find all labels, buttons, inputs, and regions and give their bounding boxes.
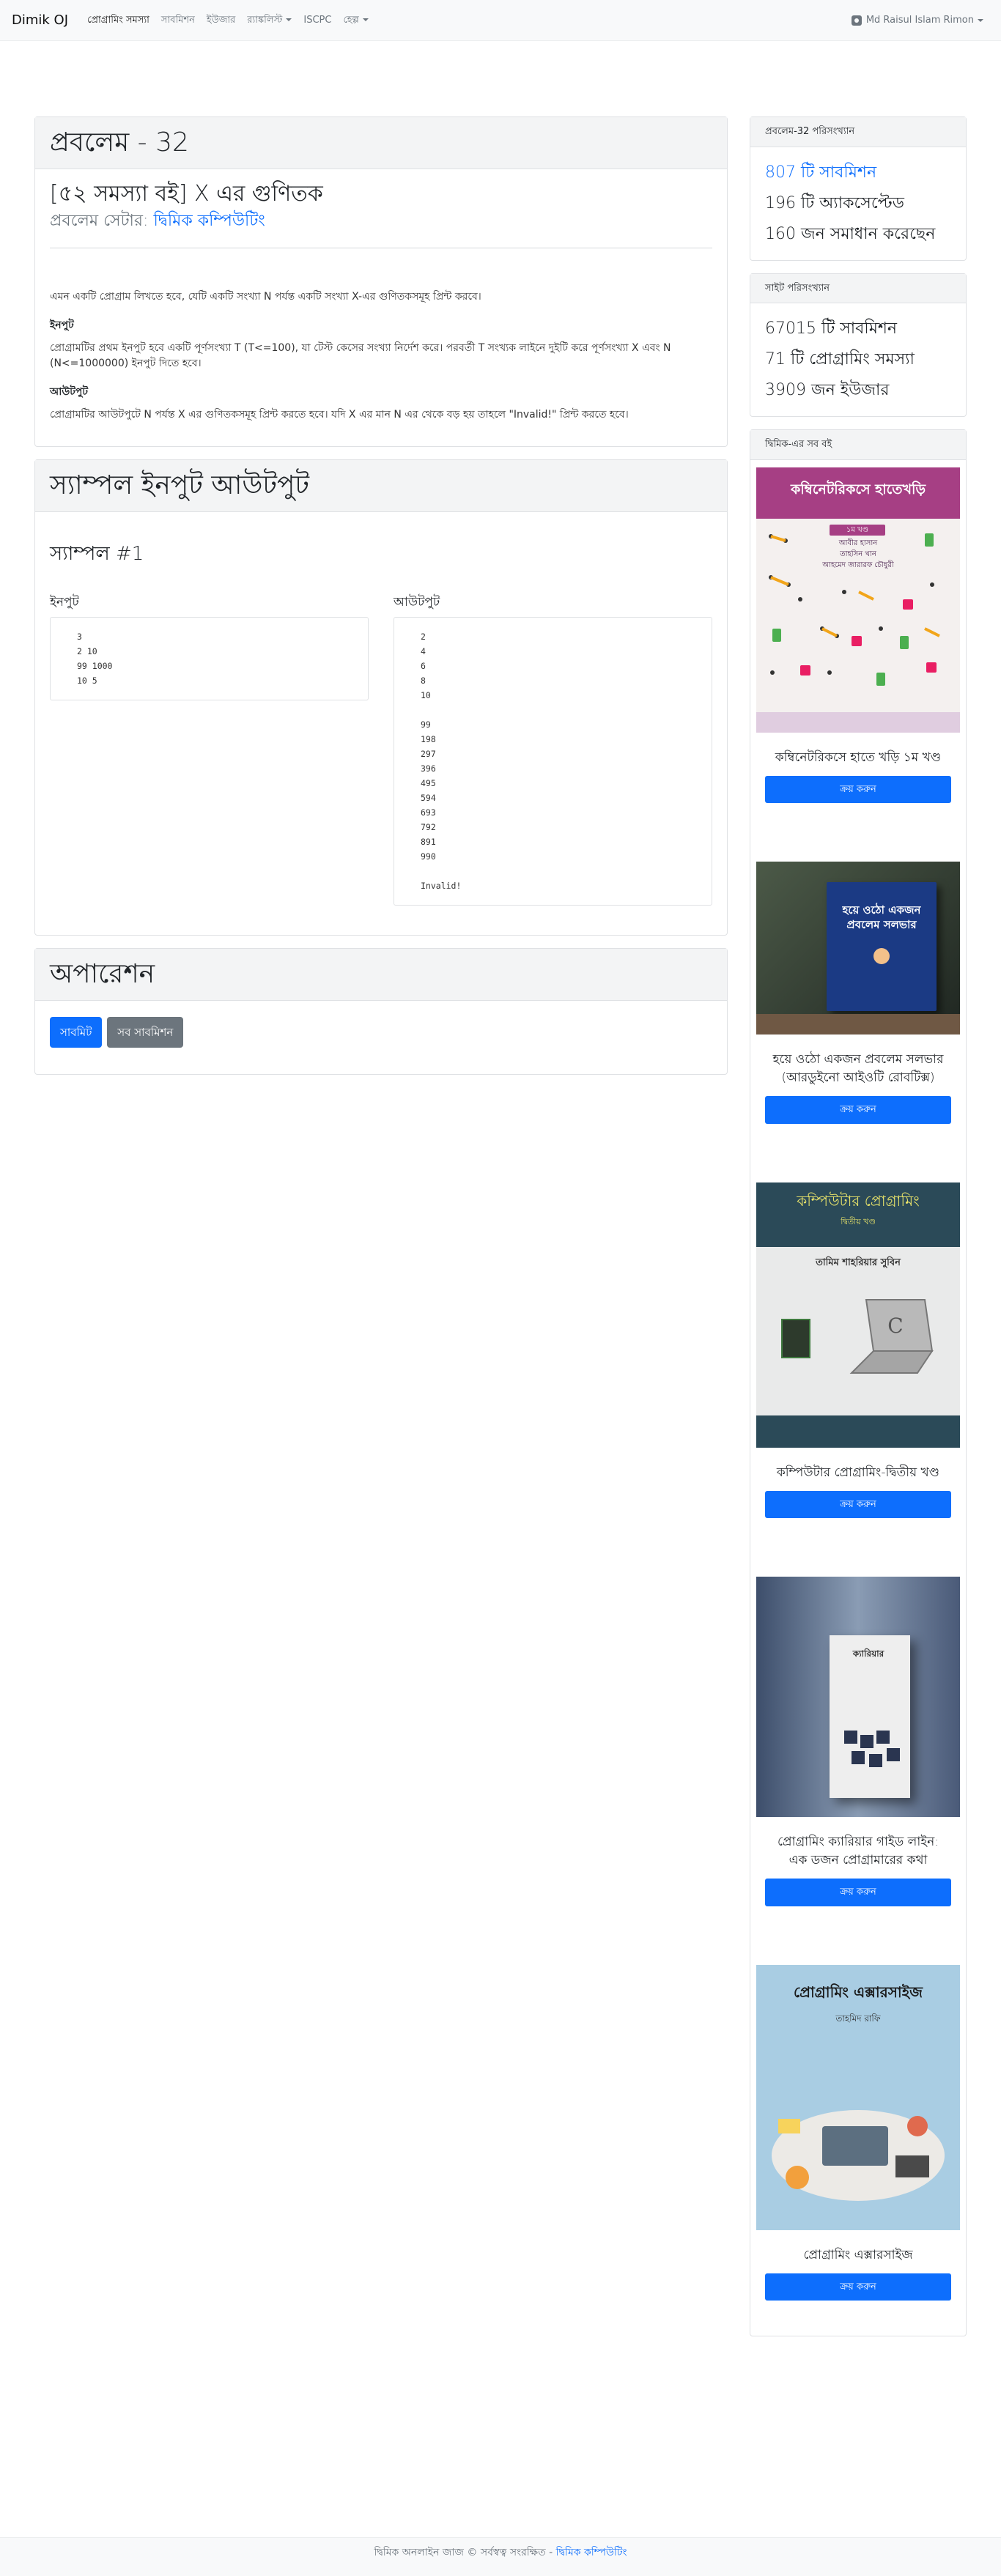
- book-title[interactable]: কম্বিনেটরিকসে হাতে খড়ি ১ম খণ্ড: [771, 749, 945, 767]
- setter-link[interactable]: দ্বিমিক কম্পিউটিং: [153, 212, 265, 230]
- output-description: প্রোগ্রামটির আউটপুটে N পর্যন্ত X এর গুণি…: [50, 409, 629, 421]
- cover-author: তামিম শাহরিয়ার সুবিন: [816, 1256, 901, 1268]
- desk-illustration: [772, 2109, 945, 2201]
- problem-card: প্রবলেম - 32 [৫২ সমস্যা বই] X এর গুণিতক …: [34, 116, 728, 447]
- site-stats-card: সাইট পরিসংখ্যান 67015 টি সাবমিশন 71 টি প…: [750, 273, 967, 417]
- cover-title: ক্যারিয়ার: [852, 1648, 884, 1659]
- problem-submissions-link[interactable]: 807 টি সাবমিশন: [765, 158, 951, 188]
- site-problem-count: 71 টি প্রোগ্রামিং সমস্যা: [765, 350, 915, 369]
- chevron-down-icon: [978, 18, 983, 22]
- problem-stats-header: প্রবলেম-32 পরিসংখ্যান: [750, 117, 966, 147]
- problem-solver-count: 160 জন সমাধান করেছেন: [765, 224, 936, 243]
- book-title[interactable]: প্রোগ্রামিং ক্যারিয়ার গাইড লাইন: এক ডজন…: [771, 1833, 945, 1870]
- site-submission-count: 67015 টি সাবমিশন: [765, 319, 898, 338]
- samples-heading: স্যাম্পল ইনপুট আউটপুট: [35, 460, 727, 512]
- setter-label: প্রবলেম সেটার:: [50, 212, 149, 230]
- nav-help[interactable]: হেল্প: [343, 13, 369, 28]
- sidebar: প্রবলেম-32 পরিসংখ্যান 807 টি সাবমিশন 196…: [750, 116, 967, 2349]
- top-navbar: Dimik OJ প্রোগ্রামিং সমস্যা সাবমিশন ইউজা…: [0, 0, 1001, 41]
- laptop-icon: C: [849, 1298, 934, 1374]
- chevron-down-icon: [362, 18, 369, 22]
- problem-accepted-count: 196 টি অ্যাকসেপ্টেড: [765, 193, 904, 212]
- main-column: প্রবলেম - 32 [৫২ সমস্যা বই] X এর গুণিতক …: [34, 116, 728, 1087]
- nav-submissions[interactable]: সাবমিশন: [161, 13, 195, 28]
- books-header: দ্বিমিক-এর সব বই: [750, 430, 966, 460]
- buy-button[interactable]: ক্রয় করুন: [765, 1096, 951, 1124]
- input-description: প্রোগ্রামটির প্রথম ইনপুট হবে একটি পূর্ণস…: [50, 342, 671, 369]
- site-stats-header: সাইট পরিসংখ্যান: [750, 273, 966, 303]
- problem-stats-card: প্রবলেম-32 পরিসংখ্যান 807 টি সাবমিশন 196…: [750, 116, 967, 261]
- cover-portraits: [844, 1731, 900, 1767]
- book-item: কম্বিনেটরিকসে হাতেখড়ি ১ম খণ্ড আবীর হাসা…: [750, 460, 966, 817]
- footer-link[interactable]: দ্বিমিক কম্পিউটিং: [556, 2547, 627, 2558]
- cover-title: হয়ে ওঠো একজন প্রবলেম সলভার: [842, 903, 921, 931]
- problem-statement: এমন একটি প্রোগ্রাম লিখতে হবে, যেটি একটি …: [50, 291, 481, 303]
- nav-ranklist-label: র‍্যাঙ্কলিস্ট: [247, 14, 283, 26]
- output-heading: আউটপুট: [50, 386, 88, 398]
- cover-subtitle: দ্বিতীয় খণ্ড: [841, 1216, 876, 1226]
- book-item: হয়ে ওঠো একজন প্রবলেম সলভার হয়ে ওঠো একজ…: [750, 854, 966, 1137]
- book-cover-image[interactable]: প্রোগ্রামিং এক্সারসাইজ তাহমিদ রাফি: [756, 1964, 960, 2230]
- submit-button[interactable]: সাবমিট: [50, 1016, 103, 1048]
- book-cover-image[interactable]: কম্পিউটার প্রোগ্রামিং দ্বিতীয় খণ্ড তামি…: [756, 1182, 960, 1448]
- problem-title: [৫২ সমস্যা বই] X এর গুণিতক: [50, 181, 323, 207]
- book-title[interactable]: হয়ে ওঠো একজন প্রবলেম সলভার (আরডুইনো আইও…: [771, 1051, 945, 1087]
- problem-heading: প্রবলেম - 32: [35, 117, 727, 169]
- book-cover-image[interactable]: কম্বিনেটরিকসে হাতেখড়ি ১ম খণ্ড আবীর হাসা…: [756, 467, 960, 733]
- svg-text:C: C: [887, 1314, 903, 1338]
- sample-title: স্যাম্পল #1: [50, 543, 144, 565]
- nav-iscpc[interactable]: ISCPC: [303, 13, 331, 28]
- buy-button[interactable]: ক্রয় করুন: [765, 1490, 951, 1518]
- chevron-down-icon: [286, 18, 292, 22]
- footer: দ্বিমিক অনলাইন জাজ © সর্বস্বত্ব সংরক্ষিত…: [0, 2537, 1001, 2576]
- user-name: Md Raisul Islam Rimon: [865, 14, 974, 26]
- sample-input-label: ইনপুট: [50, 595, 79, 610]
- book-item: ক্যারিয়ার প্রোগ্রামিং ক্যারিয়ার গাইড ল…: [750, 1569, 966, 1920]
- operations-card: অপারেশন সাবমিট সব সাবমিশন: [34, 947, 728, 1075]
- sample-output-box: 2 4 6 8 10 99 198 297 396 495 594 693 79…: [394, 616, 712, 906]
- book-item: কম্পিউটার প্রোগ্রামিং দ্বিতীয় খণ্ড তামি…: [750, 1175, 966, 1532]
- books-card: দ্বিমিক-এর সব বই কম্বিনেটরিকসে হাতেখড়ি …: [750, 429, 967, 2336]
- problem-setter: প্রবলেম সেটার: দ্বিমিক কম্পিউটিং: [50, 209, 712, 233]
- buy-button[interactable]: ক্রয় করুন: [765, 775, 951, 803]
- book-cover-image[interactable]: হয়ে ওঠো একজন প্রবলেম সলভার: [756, 862, 960, 1035]
- input-heading: ইনপুট: [50, 319, 74, 331]
- sample-output-label: আউটপুট: [394, 595, 440, 610]
- footer-text: দ্বিমিক অনলাইন জাজ © সর্বস্বত্ব সংরক্ষিত…: [374, 2547, 553, 2558]
- cover-author: তাহমিদ রাফি: [835, 2013, 881, 2024]
- nav-problems[interactable]: প্রোগ্রামিং সমস্যা: [87, 13, 149, 28]
- book-cover-image[interactable]: ক্যারিয়ার: [756, 1577, 960, 1817]
- book-title[interactable]: প্রোগ্রামিং এক্সারসাইজ: [771, 2246, 945, 2265]
- buy-button[interactable]: ক্রয় করুন: [765, 1879, 951, 1906]
- nav-users[interactable]: ইউজার: [207, 13, 235, 28]
- cover-title: কম্পিউটার প্রোগ্রামিং: [797, 1191, 920, 1210]
- book-item: প্রোগ্রামিং এক্সারসাইজ তাহমিদ রাফি প্রোগ…: [750, 1958, 966, 2314]
- brand-link[interactable]: Dimik OJ: [12, 10, 68, 30]
- operations-heading: অপারেশন: [35, 948, 727, 1001]
- sample-input-box: 3 2 10 99 1000 10 5: [50, 616, 369, 700]
- book-title[interactable]: কম্পিউটার প্রোগ্রামিং-দ্বিতীয় খণ্ড: [771, 1464, 945, 1482]
- user-icon: [851, 15, 862, 26]
- cover-title: কম্বিনেটরিকসে হাতেখড়ি: [756, 467, 960, 519]
- nav-ranklist[interactable]: র‍্যাঙ্কলিস্ট: [247, 13, 292, 28]
- samples-card: স্যাম্পল ইনপুট আউটপুট স্যাম্পল #1 ইনপুট …: [34, 459, 728, 936]
- all-submissions-button[interactable]: সব সাবমিশন: [107, 1016, 184, 1048]
- buy-button[interactable]: ক্রয় করুন: [765, 2273, 951, 2301]
- cover-title: প্রোগ্রামিং এক্সারসাইজ: [793, 1983, 923, 2001]
- cover-pattern: [769, 533, 940, 686]
- cover-footer: [756, 711, 960, 733]
- nav-help-label: হেল্প: [343, 14, 359, 26]
- site-user-count: 3909 জন ইউজার: [765, 381, 890, 399]
- user-menu[interactable]: Md Raisul Islam Rimon: [851, 13, 983, 28]
